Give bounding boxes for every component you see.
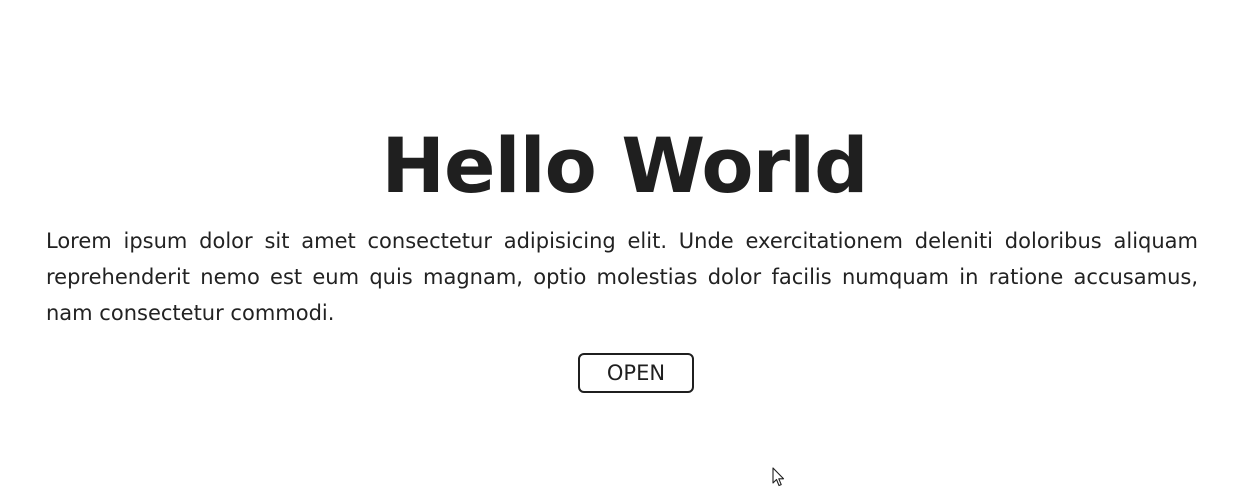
mouse-pointer-icon xyxy=(772,467,785,487)
hero-section: Hello World Lorem ipsum dolor sit amet c… xyxy=(0,0,1249,486)
open-button[interactable]: OPEN xyxy=(578,353,694,393)
page-title: Hello World xyxy=(381,121,868,210)
intro-paragraph: Lorem ipsum dolor sit amet consectetur a… xyxy=(46,229,1198,325)
